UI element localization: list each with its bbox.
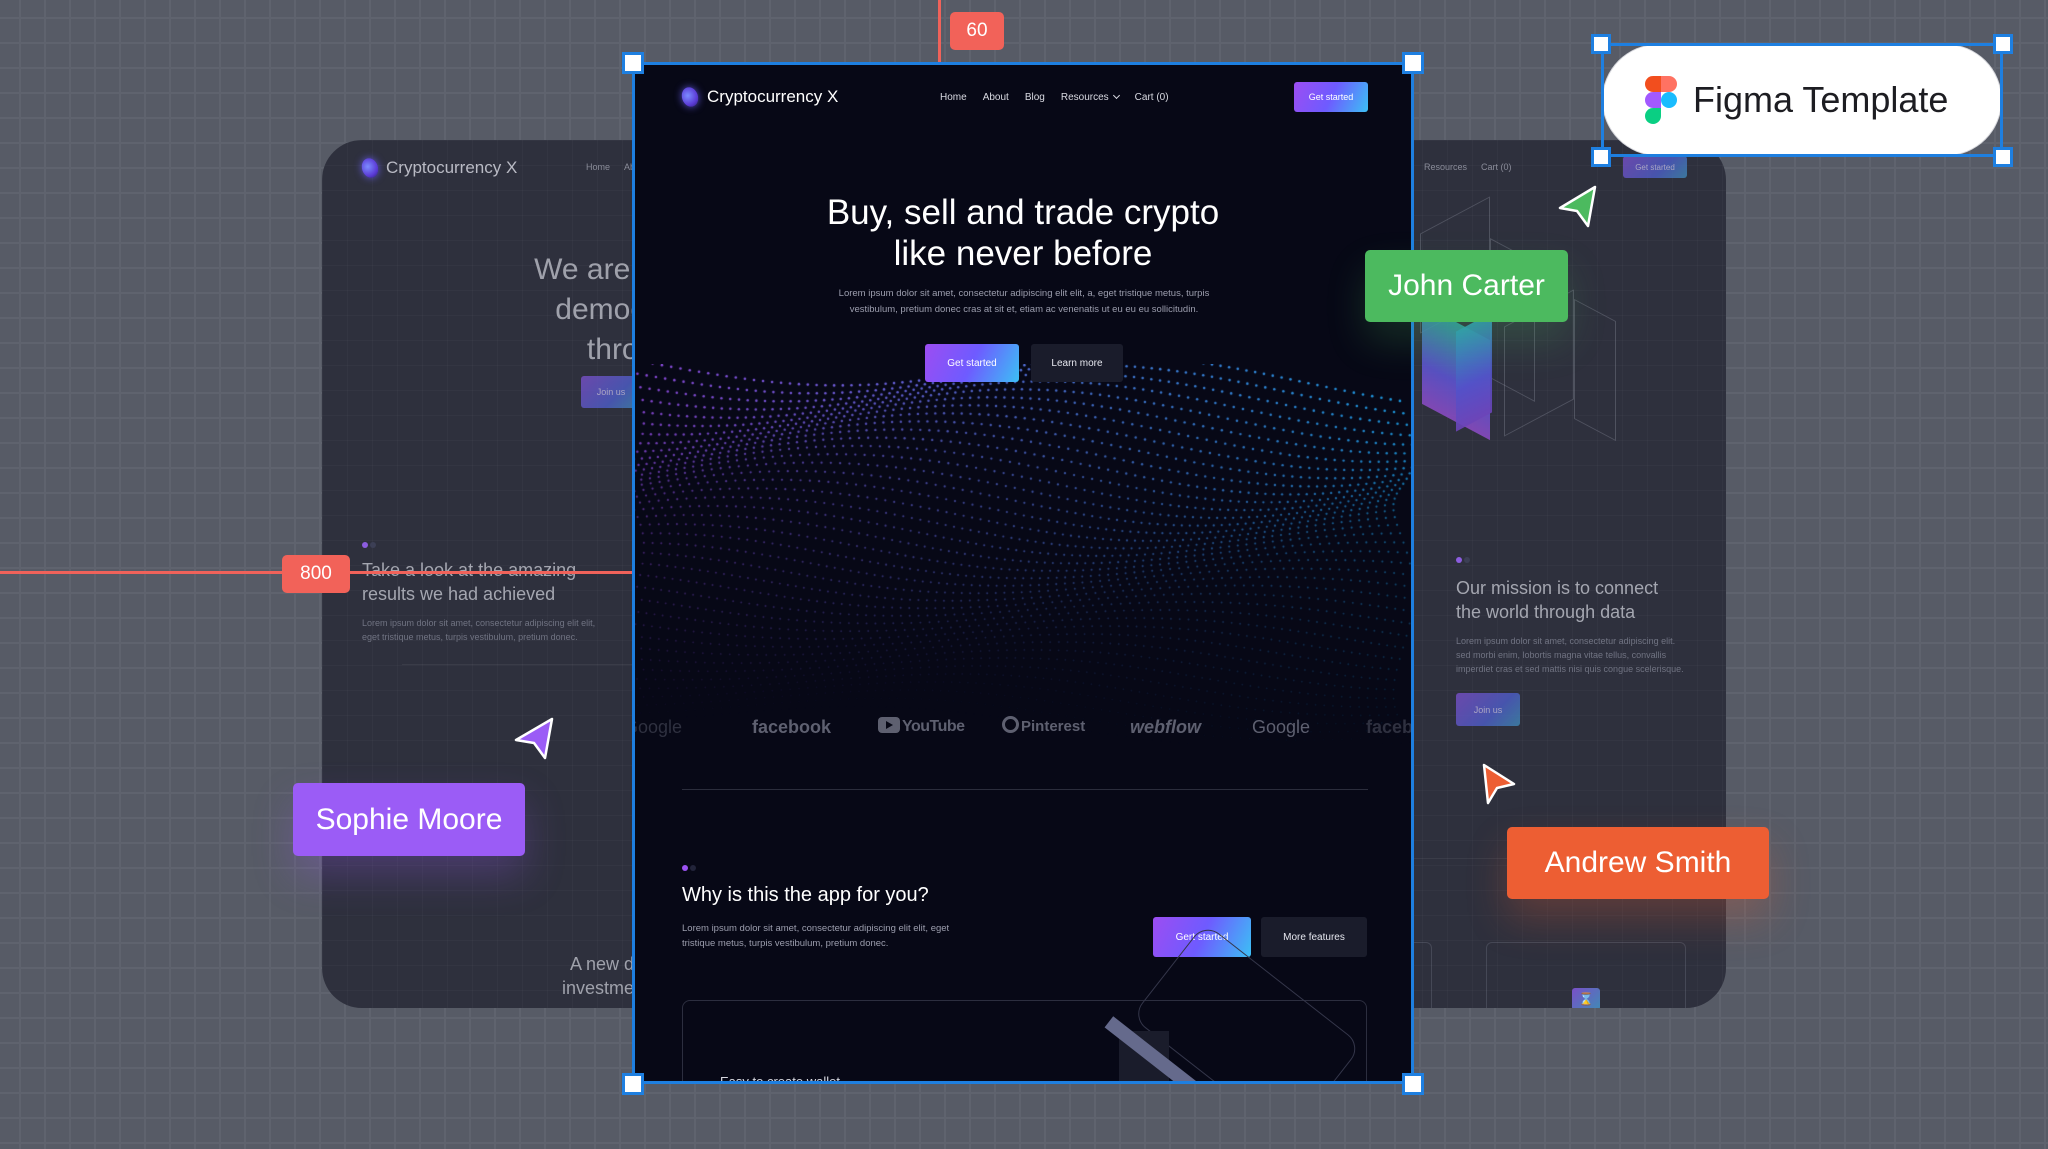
iso-cube-highlighted-right (1456, 312, 1492, 432)
chevron-down-icon (1112, 91, 1120, 99)
resize-handle-bottom-left[interactable] (622, 1073, 644, 1095)
bg-right-desc-line-3: imperdiet cras et sed mattis nisi quis c… (1456, 664, 1684, 674)
brand-logo[interactable]: Cryptocurrency X (679, 84, 839, 110)
nav-link-about[interactable]: About (983, 92, 1009, 103)
bg-left-section-line-1: Take a look at the amazing (362, 560, 577, 580)
bg-right-section-line-1: Our mission is to connect (1456, 578, 1659, 598)
collaborator-tag-john-carter: John Carter (1365, 250, 1568, 322)
bg-left-bottom-line-1: A new d (569, 954, 634, 974)
collaborator-tag-sophie-moore: Sophie Moore (293, 783, 525, 856)
logo-facebook: facebook (752, 717, 832, 737)
bg-right-join-button: Join us (1456, 693, 1520, 726)
bg-left-section-title: Take a look at the amazing results we ha… (362, 558, 622, 606)
resize-handle-top-right[interactable] (1993, 34, 2013, 54)
bg-left-join-button: Join us (581, 376, 641, 408)
cursor-arrow-icon (1558, 185, 1597, 228)
feature-card-title: Easy to create wallet (720, 1074, 840, 1084)
features-section-description: Lorem ipsum dolor sit amet, consectetur … (682, 923, 950, 949)
bg-left-section-line-2: results we had achieved (362, 584, 556, 604)
nav-link-blog[interactable]: Blog (1025, 92, 1045, 103)
features-section-title: Why is this the app for you? (682, 884, 929, 906)
hourglass-icon: ⌛ (1572, 988, 1600, 1008)
bg-right-section-dots (1456, 557, 1470, 563)
logo-pinterest: Pinterest (1002, 712, 1085, 742)
bg-left-nav-home: Home (586, 162, 611, 172)
partner-logos-strip: Google facebook YouTube Pinterest webflo… (634, 712, 1412, 742)
nav-get-started-button[interactable]: Get started (1294, 82, 1368, 112)
hero-get-started-button[interactable]: Get started (925, 344, 1019, 382)
main-artboard[interactable]: Cryptocurrency X Home About Blog Resourc… (634, 64, 1412, 1084)
bg-right-desc-line-1: Lorem ipsum dolor sit amet, consectetur … (1456, 636, 1676, 646)
nav-link-resources[interactable]: Resources (1060, 91, 1120, 103)
bg-right-nav-cart: Cart (0) (1481, 162, 1512, 172)
section-dots-indicator (682, 865, 696, 871)
coin-logo-icon (359, 155, 381, 181)
logo-youtube: YouTube (878, 712, 965, 742)
bg-left-divider (402, 664, 632, 665)
nav-link-resources-label: Resources (1060, 91, 1109, 103)
resize-handle-top-left[interactable] (1591, 34, 1611, 54)
measure-guide-vertical (938, 0, 941, 62)
bg-right-nav: Resources Cart (0) (1424, 162, 1512, 172)
badge-selection-outline (1601, 43, 2003, 157)
bg-left-desc-line-1: Lorem ipsum dolor sit amet, consectetur … (362, 618, 596, 628)
bg-left-section-dots (362, 542, 376, 548)
hero-learn-more-button[interactable]: Learn more (1031, 344, 1123, 382)
nav-link-home[interactable]: Home (940, 92, 967, 103)
brand-name: Cryptocurrency X (707, 87, 839, 106)
bg-left-logo: Cryptocurrency X (359, 155, 518, 181)
logo-google: Google (1252, 717, 1311, 737)
section-divider (682, 789, 1368, 790)
collaborator-tag-andrew-smith: Andrew Smith (1507, 827, 1769, 899)
bg-left-brand-name: Cryptocurrency X (386, 158, 518, 177)
resize-handle-top-right[interactable] (1402, 52, 1424, 74)
resize-handle-bottom-right[interactable] (1993, 147, 2013, 167)
measure-label-top: 60 (950, 12, 1004, 50)
logo-youtube-text: YouTube (902, 718, 965, 735)
more-features-button[interactable]: More features (1261, 917, 1367, 957)
resize-handle-top-left[interactable] (622, 52, 644, 74)
youtube-play-icon (878, 717, 900, 733)
bg-left-desc-line-2: eget tristique metus, turpis vestibulum,… (362, 632, 578, 642)
hero-subtitle: Lorem ipsum dolor sit amet, consectetur … (838, 288, 1210, 315)
bg-right-desc-line-2: sed morbi enim, lobortis magna vitae tel… (1456, 650, 1667, 660)
feature-card[interactable] (682, 922, 1367, 1084)
bg-right-section-line-2: the world through data (1456, 602, 1636, 622)
bg-right-get-started-button: Get started (1623, 156, 1687, 178)
bg-left-section-desc: Lorem ipsum dolor sit amet, consectetur … (362, 616, 622, 644)
bg-right-section-desc: Lorem ipsum dolor sit amet, consectetur … (1456, 634, 1696, 676)
particle-wave-graphic (634, 364, 1412, 744)
logo-webflow: webflow (1130, 717, 1201, 737)
logo-pinterest-text: Pinterest (1021, 718, 1086, 735)
hero-title-line-2: like never before (893, 234, 1153, 273)
logo-facebook: facebook (1366, 717, 1412, 737)
measure-label-left: 800 (282, 555, 350, 593)
resize-handle-bottom-right[interactable] (1402, 1073, 1424, 1095)
iso-cube (1574, 298, 1616, 442)
logo-google: Google (634, 717, 683, 737)
top-navigation: Cryptocurrency X Home About Blog Resourc… (679, 82, 1368, 112)
bg-right-section-title: Our mission is to connect the world thro… (1456, 576, 1716, 624)
nav-link-cart[interactable]: Cart (0) (1135, 92, 1169, 103)
resize-handle-bottom-left[interactable] (1591, 147, 1611, 167)
nav-links: Home About Blog Resources Cart (0) (940, 91, 1169, 103)
hero-title: Buy, sell and trade crypto like never be… (634, 192, 1412, 274)
bg-left-bottom-title: A new d investme (522, 952, 634, 1000)
pinterest-icon (1002, 716, 1019, 733)
bg-left-bottom-line-2: investme (561, 978, 634, 998)
coin-logo-icon (679, 84, 701, 110)
cursor-arrow-icon (514, 717, 554, 760)
bg-right-nav-resources: Resources (1424, 162, 1468, 172)
hero-title-line-1: Buy, sell and trade crypto (826, 193, 1220, 232)
cursor-arrow-icon (1482, 763, 1516, 805)
